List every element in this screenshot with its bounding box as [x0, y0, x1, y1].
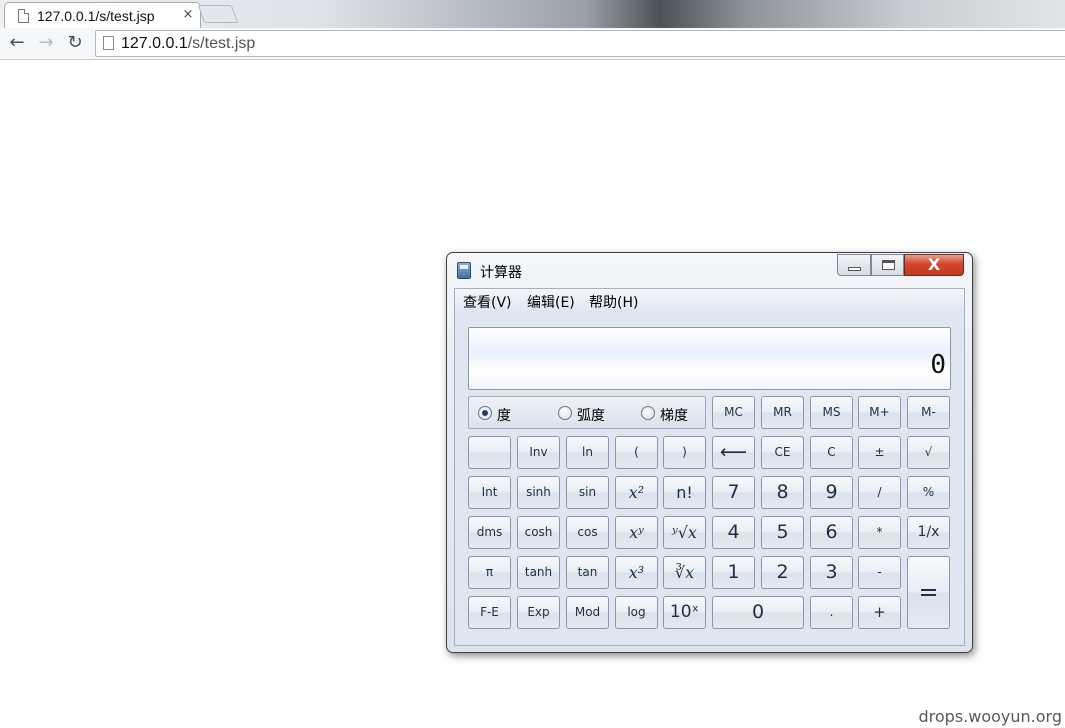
ln-button[interactable]: ln [566, 436, 609, 469]
digit-5-button[interactable]: 5 [761, 516, 804, 549]
dms-button[interactable]: dms [468, 516, 511, 549]
angle-unit-group: 度 弧度 梯度 [468, 396, 706, 429]
sinh-button[interactable]: sinh [517, 476, 560, 509]
sin-button[interactable]: sin [566, 476, 609, 509]
subtract-button[interactable]: - [858, 556, 901, 589]
tanh-button[interactable]: tanh [517, 556, 560, 589]
watermark: drops.wooyun.org [918, 707, 1063, 726]
yth-root-button[interactable]: ʸ√x [663, 516, 706, 549]
digit-3-button[interactable]: 3 [810, 556, 853, 589]
square-button[interactable]: x² [615, 476, 658, 509]
calculator-titlebar[interactable]: 计算器 X [447, 253, 972, 287]
url-path: /s/test.jsp [187, 35, 256, 52]
maximize-icon [882, 260, 895, 270]
digit-6-button[interactable]: 6 [810, 516, 853, 549]
browser-toolbar: ← → ↻ 127.0.0.1/s/test.jsp [0, 28, 1065, 60]
tan-button[interactable]: tan [566, 556, 609, 589]
page-icon [103, 36, 114, 50]
equals-button[interactable]: = [907, 556, 950, 629]
page-icon [18, 9, 29, 23]
window-title: 计算器 [480, 265, 522, 281]
browser-tab[interactable]: 127.0.0.1/s/test.jsp × [4, 2, 201, 29]
close-icon: X [927, 255, 941, 274]
menu-bar: 查看(V) 编辑(E) 帮助(H) [455, 289, 964, 313]
radio-indicator [478, 406, 492, 420]
cube-button[interactable]: x³ [615, 556, 658, 589]
digit-0-button[interactable]: 0 [712, 596, 804, 629]
memory-recall-button[interactable]: MR [761, 396, 804, 429]
reload-button[interactable]: ↻ [64, 32, 86, 54]
tab-strip: 127.0.0.1/s/test.jsp × [0, 0, 1065, 29]
calculator-app-icon [457, 262, 471, 279]
memory-clear-button[interactable]: MC [712, 396, 755, 429]
blank-button[interactable] [468, 436, 511, 469]
calculator-window: 计算器 X 查看(V) 编辑(E) 帮助(H) 0 度 弧度 梯度 MC MR … [446, 252, 973, 653]
mod-button[interactable]: Mod [566, 596, 609, 629]
memory-add-button[interactable]: M+ [858, 396, 901, 429]
open-paren-button[interactable]: ( [615, 436, 658, 469]
add-button[interactable]: + [858, 596, 901, 629]
radio-label: 度 [497, 408, 511, 424]
digit-1-button[interactable]: 1 [712, 556, 755, 589]
multiply-button[interactable]: * [858, 516, 901, 549]
close-paren-button[interactable]: ) [663, 436, 706, 469]
radio-indicator [641, 406, 655, 420]
memory-subtract-button[interactable]: M- [907, 396, 950, 429]
fe-button[interactable]: F-E [468, 596, 511, 629]
reciprocal-button[interactable]: 1/x [907, 516, 950, 549]
int-button[interactable]: Int [468, 476, 511, 509]
url-host: 127.0.0.1 [121, 35, 188, 52]
menu-edit[interactable]: 编辑(E) [527, 292, 575, 312]
backspace-button[interactable]: ⟵ [712, 436, 755, 469]
power-button[interactable]: xʸ [615, 516, 658, 549]
digit-9-button[interactable]: 9 [810, 476, 853, 509]
negate-button[interactable]: ± [858, 436, 901, 469]
divide-button[interactable]: / [858, 476, 901, 509]
radio-indicator [558, 406, 572, 420]
factorial-button[interactable]: n! [663, 476, 706, 509]
close-tab-icon[interactable]: × [181, 7, 195, 23]
address-bar[interactable]: 127.0.0.1/s/test.jsp [95, 30, 1065, 57]
digit-2-button[interactable]: 2 [761, 556, 804, 589]
inv-button[interactable]: Inv [517, 436, 560, 469]
decimal-button[interactable]: . [810, 596, 853, 629]
exp-button[interactable]: Exp [517, 596, 560, 629]
tab-title: 127.0.0.1/s/test.jsp [37, 8, 155, 24]
cube-root-button[interactable]: ∛x [663, 556, 706, 589]
calculator-display: 0 [468, 327, 951, 390]
digit-8-button[interactable]: 8 [761, 476, 804, 509]
minimize-icon [848, 267, 861, 271]
radio-label: 弧度 [577, 408, 605, 424]
display-value: 0 [930, 350, 946, 380]
clear-button[interactable]: C [810, 436, 853, 469]
forward-button[interactable]: → [35, 32, 57, 54]
radio-label: 梯度 [660, 408, 688, 424]
cos-button[interactable]: cos [566, 516, 609, 549]
calculator-body: 查看(V) 编辑(E) 帮助(H) 0 度 弧度 梯度 MC MR MS M+ [454, 288, 965, 646]
menu-view[interactable]: 查看(V) [463, 292, 512, 312]
minimize-button[interactable] [837, 254, 871, 276]
pi-button[interactable]: π [468, 556, 511, 589]
new-tab-button[interactable] [197, 5, 239, 23]
cosh-button[interactable]: cosh [517, 516, 560, 549]
percent-button[interactable]: % [907, 476, 950, 509]
address-text: 127.0.0.1/s/test.jsp [121, 35, 255, 53]
sqrt-button[interactable]: √ [907, 436, 950, 469]
back-button[interactable]: ← [6, 32, 28, 54]
maximize-button[interactable] [871, 254, 904, 276]
memory-store-button[interactable]: MS [810, 396, 853, 429]
close-button[interactable]: X [904, 254, 964, 276]
clear-entry-button[interactable]: CE [761, 436, 804, 469]
menu-help[interactable]: 帮助(H) [589, 292, 638, 312]
digit-7-button[interactable]: 7 [712, 476, 755, 509]
ten-power-button[interactable]: 10ˣ [663, 596, 706, 629]
log-button[interactable]: log [615, 596, 658, 629]
digit-4-button[interactable]: 4 [712, 516, 755, 549]
